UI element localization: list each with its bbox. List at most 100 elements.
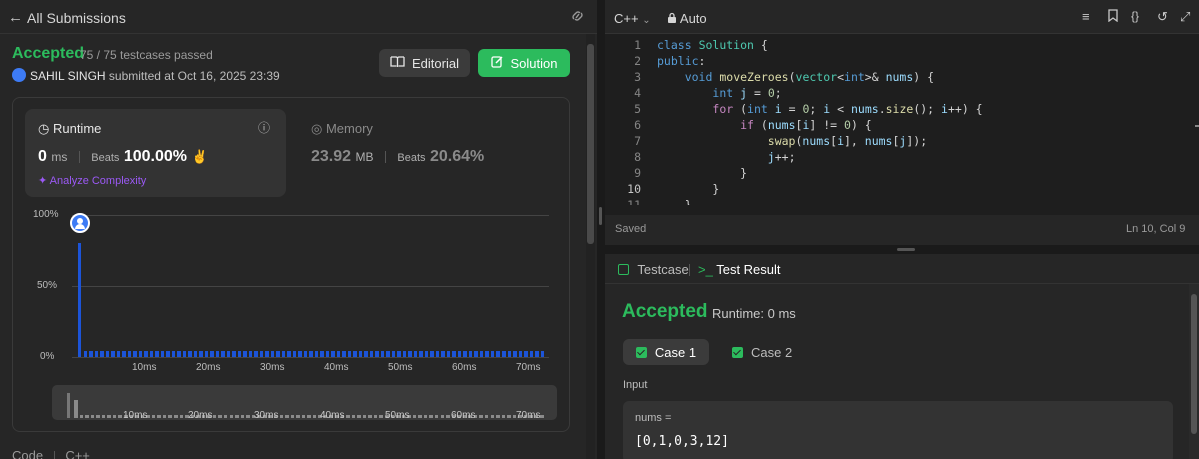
- chart-bar[interactable]: [342, 351, 346, 357]
- chart-bar[interactable]: [265, 351, 269, 357]
- chart-bar[interactable]: [353, 351, 357, 357]
- chart-bar[interactable]: [276, 351, 280, 357]
- chart-bar[interactable]: [380, 351, 385, 357]
- chart-bar[interactable]: [457, 351, 462, 357]
- chart-bar[interactable]: [221, 351, 225, 357]
- tab-test-result[interactable]: >_ Test Result: [698, 262, 781, 277]
- link-icon[interactable]: [570, 9, 585, 25]
- chart-bar[interactable]: [83, 351, 87, 357]
- expand-icon[interactable]: ⤢: [1180, 9, 1190, 25]
- chart-bar[interactable]: [171, 351, 176, 357]
- chart-bar[interactable]: [89, 351, 93, 357]
- result-scrollbar[interactable]: [1189, 284, 1199, 459]
- code-area[interactable]: 1 2 3 4 5 6 7 8 9 10 11 class Solution {…: [605, 38, 1199, 205]
- chart-bar[interactable]: [369, 351, 374, 357]
- horizontal-splitter[interactable]: [605, 245, 1199, 254]
- chart-bar[interactable]: [402, 351, 407, 357]
- chart-bar[interactable]: [182, 351, 187, 357]
- chart-bar[interactable]: [430, 351, 434, 357]
- splitter-grip[interactable]: [897, 248, 915, 251]
- chart-bar[interactable]: [358, 351, 363, 357]
- chart-bar[interactable]: [474, 351, 478, 357]
- chart-bar[interactable]: [226, 351, 231, 357]
- chart-bar[interactable]: [78, 243, 81, 357]
- chart-bar[interactable]: [116, 351, 120, 357]
- auto-mode[interactable]: Auto: [667, 11, 707, 26]
- chart-bar[interactable]: [435, 351, 440, 357]
- bookmark-icon[interactable]: [1108, 9, 1118, 25]
- chart-bar[interactable]: [535, 351, 539, 357]
- chart-bar[interactable]: [111, 351, 115, 357]
- chart-bar[interactable]: [210, 351, 214, 357]
- scroll-thumb[interactable]: [587, 44, 594, 244]
- chart-bar[interactable]: [177, 351, 181, 357]
- chart-bar[interactable]: [524, 351, 528, 357]
- chart-bar[interactable]: [424, 351, 429, 357]
- chart-bar[interactable]: [122, 351, 126, 357]
- chart-bar[interactable]: [188, 351, 192, 357]
- chart-bar[interactable]: [166, 351, 170, 357]
- back-arrow-icon[interactable]: ←: [8, 9, 23, 26]
- chart-bar[interactable]: [193, 351, 198, 357]
- chart-bar[interactable]: [303, 351, 308, 357]
- chart-bar[interactable]: [540, 351, 544, 357]
- chart-bar[interactable]: [496, 351, 500, 357]
- chart-bar[interactable]: [281, 351, 286, 357]
- chart-bar[interactable]: [232, 351, 236, 357]
- chart-bar[interactable]: [133, 351, 137, 357]
- code-editor[interactable]: C++ ⌄ Auto ≡ {} ↺ ⤢ 1 2 3 4 5 6 7 8 9 10…: [605, 0, 1199, 245]
- chart-bar[interactable]: [254, 351, 258, 357]
- language-select[interactable]: C++ ⌄: [614, 11, 651, 26]
- chart-bar[interactable]: [463, 351, 467, 357]
- chart-bar[interactable]: [287, 351, 291, 357]
- chart-bar[interactable]: [259, 351, 264, 357]
- chart-bar[interactable]: [347, 351, 352, 357]
- range-handle[interactable]: [67, 393, 70, 418]
- scroll-thumb[interactable]: [1191, 294, 1197, 434]
- chart-bar[interactable]: [513, 351, 517, 357]
- info-icon[interactable]: ⓘ: [258, 119, 270, 136]
- chart-bar[interactable]: [485, 351, 489, 357]
- chart-bar[interactable]: [441, 351, 445, 357]
- chart-bar[interactable]: [518, 351, 522, 357]
- left-scrollbar[interactable]: [586, 34, 595, 459]
- chart-bar[interactable]: [314, 351, 319, 357]
- chart-bar[interactable]: [270, 351, 275, 357]
- user-avatar[interactable]: [12, 68, 26, 82]
- case-1-tab[interactable]: Case 1: [623, 339, 709, 365]
- chart-bar[interactable]: [446, 351, 451, 357]
- chart-bar[interactable]: [325, 351, 330, 357]
- chart-bar[interactable]: [100, 351, 104, 357]
- chart-bar[interactable]: [364, 351, 368, 357]
- splitter-grip[interactable]: [599, 207, 602, 225]
- chart-bar[interactable]: [413, 351, 418, 357]
- user-name[interactable]: SAHIL SINGH: [30, 69, 106, 83]
- chart-bar[interactable]: [375, 351, 379, 357]
- chart-bar[interactable]: [215, 351, 220, 357]
- chart-bar[interactable]: [452, 351, 456, 357]
- chart-bar[interactable]: [419, 351, 423, 357]
- vertical-splitter[interactable]: [597, 0, 605, 459]
- chart-bar[interactable]: [204, 351, 209, 357]
- chart-bar[interactable]: [248, 351, 253, 357]
- chart-bar[interactable]: [331, 351, 335, 357]
- chart-bar[interactable]: [320, 351, 324, 357]
- chart-bar[interactable]: [468, 351, 473, 357]
- chart-bar[interactable]: [479, 351, 484, 357]
- tab-testcase[interactable]: Testcase: [618, 262, 689, 277]
- chart-bar[interactable]: [292, 351, 297, 357]
- chart-bar[interactable]: [529, 351, 533, 357]
- chart-bar[interactable]: [243, 351, 247, 357]
- chart-bar[interactable]: [490, 351, 495, 357]
- braces-icon[interactable]: {}: [1131, 9, 1139, 23]
- chart-bar[interactable]: [149, 351, 154, 357]
- chart-bar[interactable]: [237, 351, 242, 357]
- chart-bar[interactable]: [502, 351, 506, 357]
- chart-bar[interactable]: [336, 351, 341, 357]
- memory-tab[interactable]: ◎ Memory: [311, 121, 373, 137]
- chart-bar[interactable]: [94, 351, 98, 357]
- chart-bar[interactable]: [298, 351, 302, 357]
- format-icon[interactable]: ≡: [1082, 9, 1090, 24]
- chart-bar[interactable]: [397, 351, 401, 357]
- chart-bar[interactable]: [144, 351, 148, 357]
